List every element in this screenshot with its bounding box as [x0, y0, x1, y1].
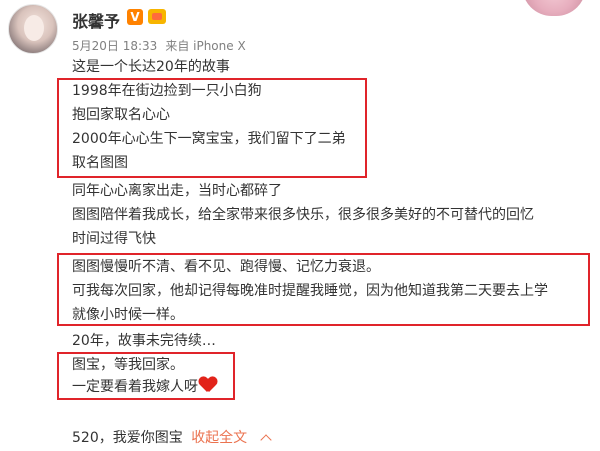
post-line: 就像小时候一样。 — [72, 307, 184, 323]
post-line: 时间过得飞快 — [72, 231, 156, 247]
post-line: 20年，故事未完待续… — [72, 333, 216, 349]
post-source: 来自 iPhone X — [165, 39, 246, 53]
chevron-up-icon[interactable] — [259, 434, 272, 446]
corner-avatar[interactable] — [522, 0, 586, 16]
footer-text: 520，我爱你图宝 — [72, 430, 183, 446]
post-line: 2000年心心生下一窝宝宝，我们留下了二弟 — [72, 131, 346, 147]
post-line: 可我每次回家，他却记得每晚准时提醒我睡觉，因为他知道我第二天要去上学 — [72, 283, 548, 299]
post-line: 1998年在街边捡到一只小白狗 — [72, 83, 262, 99]
post-line: 图宝，等我回家。 — [72, 357, 184, 373]
avatar[interactable] — [8, 4, 58, 54]
verified-badge-icon: V — [127, 9, 143, 25]
post-footer: 520，我爱你图宝 收起全文 — [72, 427, 272, 447]
post-line: 这是一个长达20年的故事 — [72, 59, 230, 75]
post-line: 图图慢慢听不清、看不见、跑得慢、记忆力衰退。 — [72, 259, 380, 275]
post-line: 同年心心离家出走，当时心都碎了 — [72, 183, 282, 199]
post-timestamp: 5月20日 18:33 — [72, 39, 158, 53]
post-line: 取名图图 — [72, 155, 128, 171]
collapse-link[interactable]: 收起全文 — [191, 430, 247, 446]
post-meta: 5月20日 18:33 来自 iPhone X — [72, 37, 254, 54]
post-line-with-heart: 一定要看着我嫁人呀 — [72, 376, 217, 398]
heart-icon — [199, 377, 217, 393]
post-line: 图图陪伴着我成长，给全家带来很多快乐，很多很多美好的不可替代的回忆 — [72, 207, 534, 223]
member-icon[interactable] — [148, 9, 166, 24]
avatar-face — [24, 15, 44, 41]
post-line: 一定要看着我嫁人呀 — [72, 379, 198, 395]
author-name[interactable]: 张馨予 — [72, 8, 120, 32]
post-line: 抱回家取名心心 — [72, 107, 170, 123]
